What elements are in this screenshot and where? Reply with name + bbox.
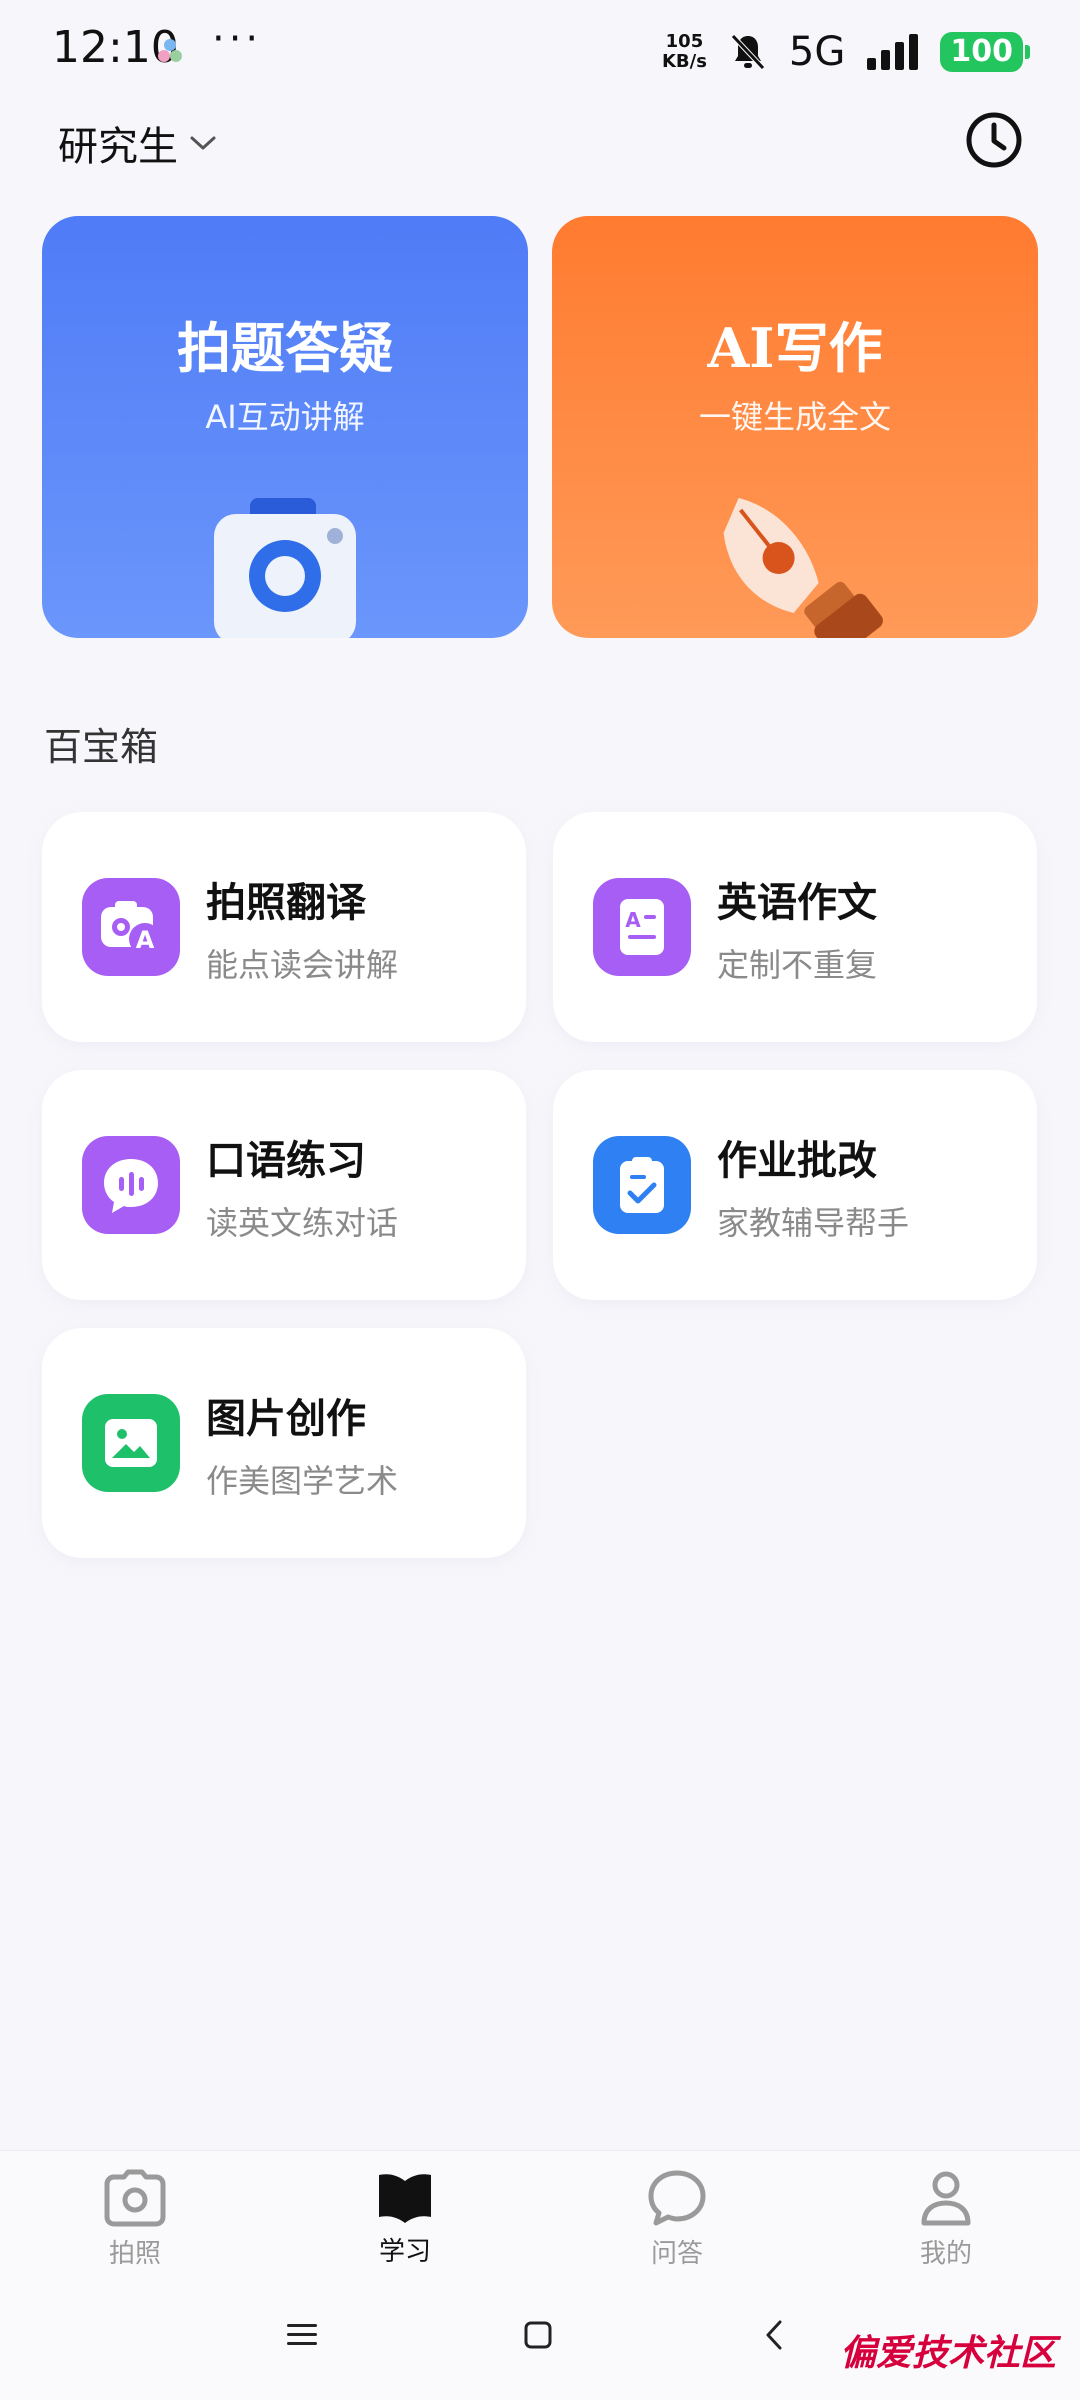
camera-translate-icon: A xyxy=(82,878,180,976)
camera-icon xyxy=(104,2169,166,2227)
menu-icon[interactable] xyxy=(272,2310,332,2360)
chat-icon xyxy=(648,2170,706,2226)
tool-title: 图片创作 xyxy=(206,1396,366,1442)
toolbox-section-title: 百宝箱 xyxy=(44,725,159,769)
tab-qa[interactable]: 问答 xyxy=(597,2169,757,2270)
grade-level-selector[interactable]: 研究生 xyxy=(58,114,218,172)
camera-illustration-icon xyxy=(214,498,356,638)
photo-translate-card[interactable]: A 拍照翻译 能点读会讲解 xyxy=(42,812,526,1042)
chevron-down-icon xyxy=(190,136,216,150)
tab-study[interactable]: 学习 xyxy=(325,2169,485,2268)
tab-label: 拍照 xyxy=(108,2239,161,2269)
battery-indicator: 100 xyxy=(940,32,1030,72)
tool-title: 作业批改 xyxy=(717,1138,877,1184)
app-notification-icon xyxy=(158,39,182,62)
battery-level: 100 xyxy=(940,32,1023,72)
tool-title: 口语练习 xyxy=(206,1138,366,1184)
oral-practice-card[interactable]: 口语练习 读英文练对话 xyxy=(42,1070,526,1300)
svg-text:A: A xyxy=(136,926,155,954)
image-icon xyxy=(82,1394,180,1492)
document-icon: A xyxy=(593,878,691,976)
tool-subtitle: 家教辅导帮手 xyxy=(717,1204,910,1242)
back-icon[interactable] xyxy=(744,2310,804,2360)
tool-subtitle: 能点读会讲解 xyxy=(206,946,399,984)
book-icon xyxy=(379,2174,431,2223)
home-icon[interactable] xyxy=(508,2310,568,2360)
person-icon xyxy=(921,2171,971,2226)
svg-text:A: A xyxy=(625,908,641,932)
tab-label: 学习 xyxy=(378,2237,431,2267)
image-creation-card[interactable]: 图片创作 作美图学艺术 xyxy=(42,1328,526,1558)
grade-level-label: 研究生 xyxy=(58,124,178,170)
ai-writing-title: AI写作 xyxy=(707,316,883,380)
tool-subtitle: 作美图学艺术 xyxy=(206,1462,399,1500)
homework-correction-card[interactable]: 作业批改 家教辅导帮手 xyxy=(553,1070,1037,1300)
photo-question-title: 拍题答疑 xyxy=(177,316,393,380)
english-essay-card[interactable]: A 英语作文 定制不重复 xyxy=(553,812,1037,1042)
tab-label: 问答 xyxy=(650,2239,703,2269)
pen-nib-illustration-icon xyxy=(723,498,883,638)
more-status-dots: ··· xyxy=(212,16,263,62)
speech-bubble-icon xyxy=(82,1136,180,1234)
photo-question-card[interactable]: 拍题答疑 AI互动讲解 xyxy=(42,216,528,638)
tab-label: 我的 xyxy=(919,2239,972,2269)
tool-subtitle: 定制不重复 xyxy=(717,946,878,984)
tab-photo[interactable]: 拍照 xyxy=(55,2169,215,2270)
network-speed: 105 KB/s xyxy=(661,31,707,72)
status-bar: 12:10 ··· 105 KB/s 5G 100 xyxy=(0,0,1080,104)
signal-strength-icon xyxy=(867,34,919,70)
history-clock-icon[interactable] xyxy=(964,110,1024,170)
checklist-icon xyxy=(593,1136,691,1234)
watermark: 偏爱技术社区 xyxy=(839,2332,1056,2374)
bottom-navigation: 拍照 学习 问答 我的 xyxy=(0,2150,1080,2270)
tool-title: 拍照翻译 xyxy=(206,880,366,926)
ai-writing-card[interactable]: AI写作 一键生成全文 xyxy=(552,216,1038,638)
photo-question-subtitle: AI互动讲解 xyxy=(205,398,365,436)
tool-subtitle: 读英文练对话 xyxy=(206,1204,399,1242)
mute-bell-icon xyxy=(731,34,765,70)
tab-profile[interactable]: 我的 xyxy=(866,2169,1026,2270)
ai-writing-subtitle: 一键生成全文 xyxy=(698,398,891,436)
network-type: 5G xyxy=(788,29,846,75)
top-bar: 研究生 xyxy=(0,104,1080,184)
tool-title: 英语作文 xyxy=(717,880,877,926)
